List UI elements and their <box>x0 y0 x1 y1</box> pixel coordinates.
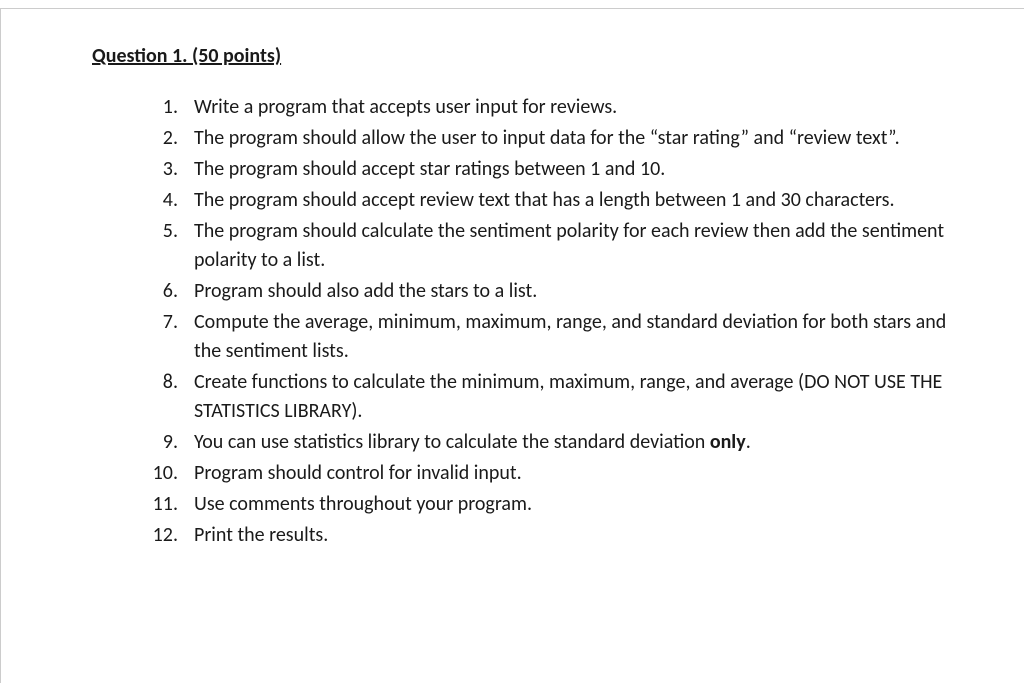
list-text: Program should control for invalid input… <box>194 459 964 488</box>
list-item: 7 Compute the average, minimum, maximum,… <box>150 308 964 366</box>
list-number: 11 <box>150 490 180 519</box>
list-item: 10 Program should control for invalid in… <box>150 459 964 488</box>
list-text: Use comments throughout your program. <box>194 490 964 519</box>
list-number: 12 <box>150 521 180 550</box>
list-text: The program should accept review text th… <box>194 186 964 215</box>
list-text: Write a program that accepts user input … <box>194 93 964 122</box>
document-content: Question 1. (50 points) 1 Write a progra… <box>92 42 964 552</box>
list-text: You can use statistics library to calcul… <box>194 428 964 457</box>
list-number: 6 <box>150 277 180 306</box>
list-number: 8 <box>150 368 180 397</box>
list-number: 10 <box>150 459 180 488</box>
list-number: 1 <box>150 93 180 122</box>
list-text: Print the results. <box>194 521 964 550</box>
list-text: The program should calculate the sentime… <box>194 217 964 275</box>
list-item: 3 The program should accept star ratings… <box>150 155 964 184</box>
list-item: 9 You can use statistics library to calc… <box>150 428 964 457</box>
list-number: 2 <box>150 124 180 153</box>
list-number: 7 <box>150 308 180 337</box>
list-item: 12 Print the results. <box>150 521 964 550</box>
list-item: 6 Program should also add the stars to a… <box>150 277 964 306</box>
list-item: 8 Create functions to calculate the mini… <box>150 368 964 426</box>
question-title: Question 1. (50 points) <box>92 42 964 71</box>
list-item: 4 The program should accept review text … <box>150 186 964 215</box>
list-number: 5 <box>150 217 180 246</box>
list-number: 4 <box>150 186 180 215</box>
list-number: 3 <box>150 155 180 184</box>
list-text: Compute the average, minimum, maximum, r… <box>194 308 964 366</box>
requirements-list: 1 Write a program that accepts user inpu… <box>92 93 964 550</box>
list-item: 11 Use comments throughout your program. <box>150 490 964 519</box>
list-text: Create functions to calculate the minimu… <box>194 368 964 426</box>
list-item: 1 Write a program that accepts user inpu… <box>150 93 964 122</box>
list-item: 2 The program should allow the user to i… <box>150 124 964 153</box>
emphasis-only: only <box>710 430 746 454</box>
list-text: The program should allow the user to inp… <box>194 124 964 153</box>
list-number: 9 <box>150 428 180 457</box>
list-text: The program should accept star ratings b… <box>194 155 964 184</box>
list-text: Program should also add the stars to a l… <box>194 277 964 306</box>
list-item: 5 The program should calculate the senti… <box>150 217 964 275</box>
